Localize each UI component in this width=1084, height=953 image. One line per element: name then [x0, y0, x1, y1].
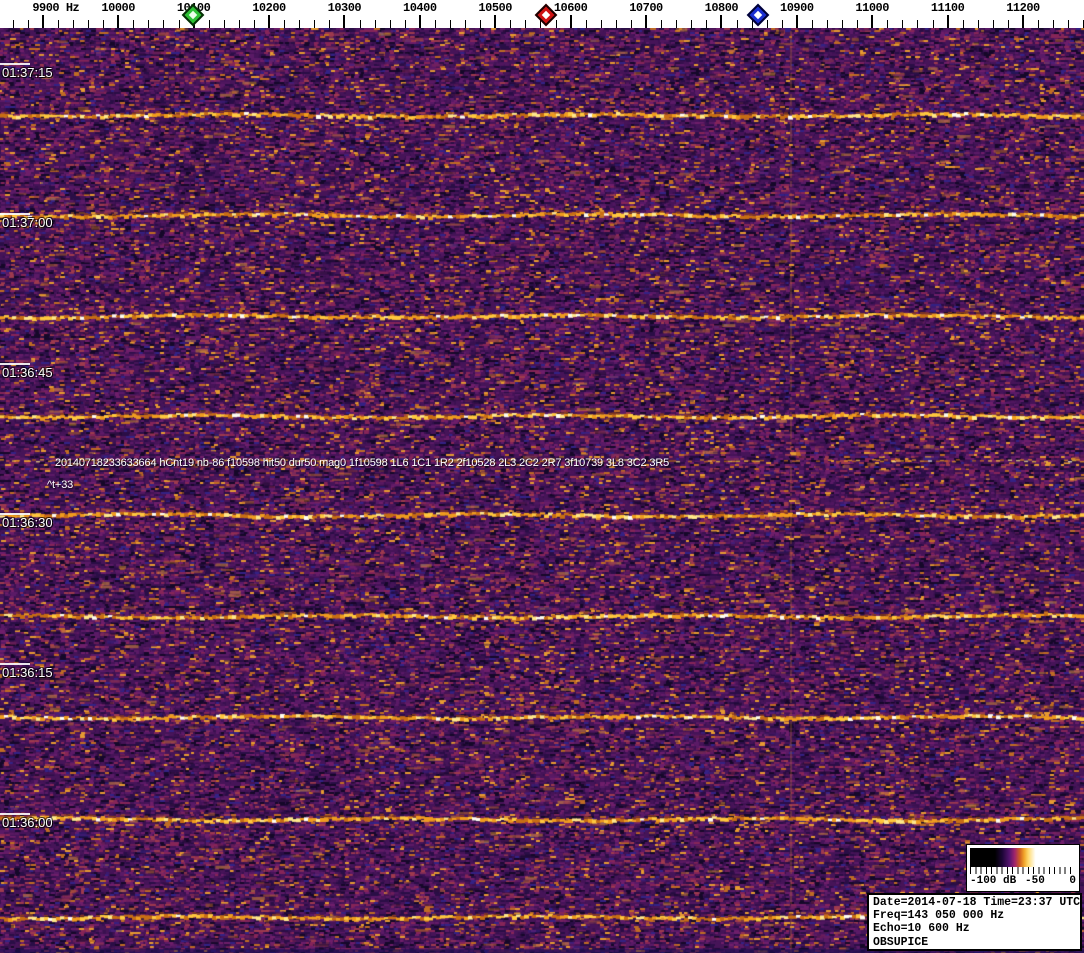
spectrogram-app: 9900 Hz100001010010200103001040010500106… — [0, 0, 1084, 953]
freq-minor-tick — [510, 20, 512, 28]
freq-minor-tick — [359, 20, 361, 28]
spectrogram-canvas[interactable] — [0, 28, 1084, 953]
freq-major-tick — [871, 15, 874, 28]
colorbar-label-mid: -50 — [1025, 875, 1045, 887]
freq-minor-tick — [88, 20, 89, 28]
freq-minor-tick — [238, 20, 240, 28]
time-label: 01:36:45 — [2, 365, 53, 380]
freq-major-tick — [795, 15, 798, 28]
freq-minor-tick — [1068, 20, 1070, 28]
freq-minor-tick — [811, 20, 813, 28]
time-label: 01:36:30 — [2, 515, 53, 530]
time-offset-annotation: ^t+33 — [47, 479, 74, 491]
freq-minor-tick — [103, 20, 105, 28]
freq-minor-tick — [887, 20, 889, 28]
freq-minor-tick — [917, 20, 919, 28]
info-line-echo: Echo=10 600 Hz — [873, 922, 970, 936]
marker-blue-diamond-center — [753, 10, 763, 20]
freq-major-tick — [1022, 15, 1024, 28]
freq-minor-tick — [600, 20, 602, 28]
freq-minor-tick — [450, 20, 451, 28]
freq-minor-tick — [1007, 20, 1009, 28]
freq-major-tick — [268, 15, 270, 28]
freq-minor-tick — [630, 20, 632, 28]
freq-minor-tick — [585, 20, 587, 28]
time-label: 01:36:00 — [2, 815, 53, 830]
time-label: 01:37:15 — [2, 65, 53, 80]
freq-minor-tick — [676, 20, 678, 28]
freq-minor-tick — [465, 20, 466, 28]
colorbar-gradient — [970, 848, 1074, 867]
freq-minor-tick — [404, 20, 406, 28]
marker-green-diamond-center — [188, 10, 198, 20]
info-line-date: Date=2014-07-18 Time=23:37 UTC — [873, 896, 1081, 909]
freq-major-tick — [569, 15, 572, 28]
freq-minor-tick — [480, 20, 482, 28]
freq-minor-tick — [253, 20, 255, 28]
freq-minor-tick — [962, 20, 964, 28]
colorbar-label-min: -100 dB — [970, 875, 1017, 887]
freq-minor-tick — [1053, 20, 1055, 28]
freq-minor-tick — [12, 20, 14, 28]
freq-major-tick — [494, 15, 497, 28]
freq-minor-tick — [223, 20, 225, 28]
freq-minor-tick — [389, 20, 391, 28]
freq-minor-tick — [902, 20, 904, 28]
freq-minor-tick — [178, 20, 180, 28]
freq-minor-tick — [857, 20, 859, 28]
freq-minor-tick — [691, 20, 693, 28]
colorbar-ticks — [970, 867, 1074, 874]
db-colorbar: -100 dB -50 0 — [966, 844, 1080, 892]
freq-minor-tick — [706, 20, 708, 28]
freq-minor-tick — [842, 20, 843, 28]
freq-minor-tick — [434, 20, 436, 28]
freq-minor-tick — [781, 20, 783, 28]
freq-minor-tick — [977, 20, 979, 28]
freq-minor-tick — [827, 20, 828, 28]
freq-minor-tick — [284, 20, 286, 28]
info-line-station: OBSUPICE — [873, 935, 929, 949]
info-line-freq: Freq=143 050 000 Hz — [873, 909, 1005, 923]
freq-minor-tick — [992, 20, 994, 28]
time-label: 01:37:00 — [2, 215, 53, 230]
colorbar-label-max: 0 — [1069, 875, 1076, 887]
freq-major-tick — [720, 15, 723, 28]
freq-minor-tick — [27, 20, 29, 28]
marker-red-diamond-center — [541, 10, 551, 20]
freq-minor-tick — [374, 20, 376, 28]
freq-minor-tick — [208, 20, 210, 28]
freq-minor-tick — [163, 20, 165, 28]
freq-minor-tick — [73, 20, 74, 28]
freq-minor-tick — [525, 20, 527, 28]
detection-annotation: 20140718233633664 hCnt19 nb-86 f10598 hi… — [55, 457, 670, 469]
freq-major-tick — [343, 15, 346, 28]
freq-minor-tick — [299, 20, 301, 28]
freq-major-tick — [41, 15, 44, 28]
freq-minor-tick — [148, 20, 150, 28]
freq-minor-tick — [932, 20, 934, 28]
freq-minor-tick — [329, 20, 331, 28]
freq-minor-tick — [766, 20, 768, 28]
freq-major-tick — [117, 15, 120, 28]
freq-minor-tick — [314, 20, 316, 28]
freq-major-tick — [946, 15, 949, 28]
freq-minor-tick — [661, 20, 663, 28]
freq-minor-tick — [57, 20, 59, 28]
freq-minor-tick — [615, 20, 617, 28]
freq-major-tick — [645, 15, 647, 28]
observation-info-box: Date=2014-07-18 Time=23:37 UTC Freq=143 … — [867, 893, 1082, 951]
freq-major-tick — [418, 15, 421, 28]
freq-axis-label: 11200 — [1006, 1, 1040, 15]
time-label: 01:36:15 — [2, 665, 53, 680]
freq-minor-tick — [736, 20, 738, 28]
freq-minor-tick — [133, 20, 135, 28]
freq-minor-tick — [1038, 20, 1040, 28]
freq-minor-tick — [555, 20, 557, 28]
